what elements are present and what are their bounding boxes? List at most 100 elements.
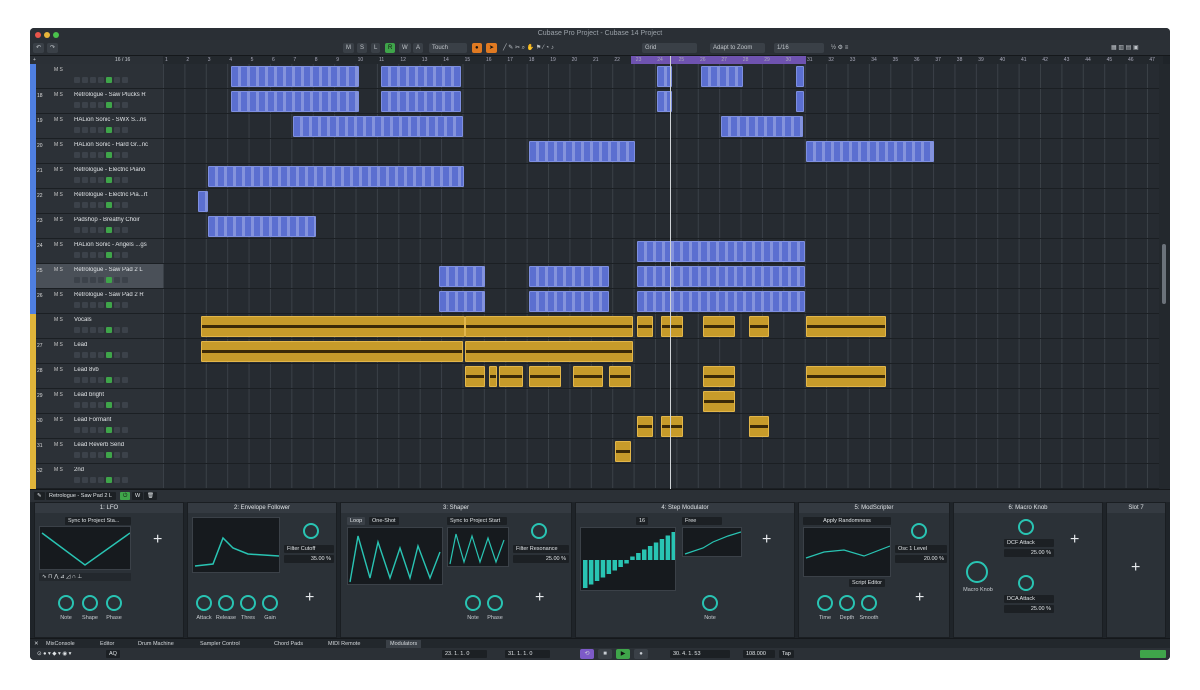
track-controls[interactable]	[74, 251, 149, 258]
smooth-knob[interactable]	[861, 595, 877, 611]
mute-solo-buttons[interactable]: M S	[54, 442, 63, 448]
add-target-button[interactable]: +	[535, 589, 544, 607]
note-knob[interactable]	[465, 595, 481, 611]
audio-event[interactable]	[661, 416, 683, 437]
release-knob[interactable]	[218, 595, 234, 611]
listen-button[interactable]: L	[371, 43, 381, 53]
track-name[interactable]: Retrologue - Saw Pad 2 L	[74, 267, 159, 273]
mute-solo-buttons[interactable]: M S	[54, 467, 63, 473]
close-icon[interactable]	[35, 32, 41, 38]
step-bar[interactable]	[665, 535, 671, 561]
track-controls[interactable]	[74, 276, 149, 283]
step-bar[interactable]	[588, 560, 594, 585]
constrain-icon[interactable]: ●	[472, 43, 482, 53]
note-knob[interactable]	[702, 595, 718, 611]
mute-solo-buttons[interactable]: M S	[54, 192, 63, 198]
track-row[interactable]: 31 M S Lead Reverb Send	[30, 439, 163, 464]
audio-event[interactable]	[609, 366, 631, 387]
quantize-select[interactable]: 1/16	[774, 43, 824, 53]
tab-midi-remote[interactable]: MIDI Remote	[328, 640, 360, 648]
track-name[interactable]: Padshop - Breathy Choir	[74, 217, 159, 223]
audio-event[interactable]	[465, 366, 485, 387]
mute-solo-buttons[interactable]: M S	[54, 292, 63, 298]
track-row[interactable]: 30 M S Lead Formant	[30, 414, 163, 439]
midi-part[interactable]	[381, 66, 461, 87]
write-button[interactable]: W	[399, 43, 411, 53]
zoom-mode-select[interactable]: Adapt to Zoom	[710, 43, 765, 53]
audio-event[interactable]	[703, 366, 735, 387]
track-row[interactable]: 19 M S HALion Sonic - SWX S...ns	[30, 114, 163, 139]
mute-solo-buttons[interactable]: M S	[54, 92, 63, 98]
target2-value[interactable]: 25.00 %	[1004, 605, 1054, 613]
shaper-sync-select[interactable]: Sync to Project Start	[447, 517, 507, 525]
target-value[interactable]: 25.00 %	[513, 555, 569, 563]
step-bar[interactable]	[671, 532, 677, 560]
target-value[interactable]: 35.00 %	[284, 555, 334, 563]
step-bar[interactable]	[618, 560, 623, 567]
audio-event[interactable]	[703, 316, 735, 337]
midi-part[interactable]	[806, 141, 934, 162]
track-controls[interactable]	[74, 476, 149, 483]
script-name[interactable]: Apply Randomness	[803, 517, 891, 525]
tap-button[interactable]: Tap	[779, 650, 794, 658]
note-knob[interactable]	[58, 595, 74, 611]
mute-solo-buttons[interactable]: M S	[54, 417, 63, 423]
midi-part[interactable]	[529, 266, 609, 287]
track-controls[interactable]	[74, 76, 149, 83]
write-icon[interactable]: W	[132, 492, 144, 500]
track-controls[interactable]	[74, 151, 149, 158]
track-controls[interactable]	[74, 201, 149, 208]
shape-knob[interactable]	[82, 595, 98, 611]
step-bar[interactable]	[636, 553, 641, 560]
track-lane[interactable]	[163, 189, 1159, 214]
undo-icon[interactable]: ↶	[33, 43, 45, 53]
target-select[interactable]: Filter Cutoff	[284, 545, 334, 553]
track-controls[interactable]	[74, 326, 149, 333]
step-bar[interactable]	[612, 560, 618, 571]
tab-modulators[interactable]: Modulators	[386, 640, 422, 648]
midi-part[interactable]	[198, 191, 208, 212]
track-controls[interactable]	[74, 101, 149, 108]
quantize-tools[interactable]: ½ ⚙ ≡	[828, 43, 858, 53]
step-bar[interactable]	[630, 556, 635, 561]
mute-solo-buttons[interactable]: M S	[54, 392, 63, 398]
mute-solo-buttons[interactable]: M S	[54, 367, 63, 373]
audio-event[interactable]	[465, 316, 633, 337]
target1-knob[interactable]	[1018, 519, 1034, 535]
step-bar[interactable]	[659, 539, 665, 560]
track-row[interactable]: 22 M S Retrologue - Electric Pia...rt	[30, 189, 163, 214]
midi-part[interactable]	[439, 266, 485, 287]
track-row[interactable]: 23 M S Padshop - Breathy Choir	[30, 214, 163, 239]
tab-sampler-control[interactable]: Sampler Control	[200, 640, 240, 648]
ruler[interactable]: 1 2 3 4 5 6 7 8 9 10 11 12 13 14 15 16 17 18 19 20 21 22 23 24 2…	[163, 56, 1163, 64]
track-name[interactable]: Vocals	[74, 317, 159, 323]
track-name[interactable]: HALion Sonic - Angels ...gs	[74, 242, 159, 248]
step-bar[interactable]	[583, 560, 588, 588]
audio-event[interactable]	[489, 366, 497, 387]
track-name[interactable]: 2nd	[74, 467, 159, 473]
audio-event[interactable]	[573, 366, 603, 387]
midi-part[interactable]	[529, 291, 609, 312]
step-bar[interactable]	[624, 560, 629, 564]
track-row[interactable]: 28 M S Lead 8vb	[30, 364, 163, 389]
track-controls[interactable]	[74, 401, 149, 408]
track-controls[interactable]	[74, 376, 149, 383]
cycle-button[interactable]: ⟲	[580, 649, 594, 659]
shaper-curve-display[interactable]	[347, 527, 443, 585]
step-bar[interactable]	[606, 560, 612, 574]
track-lane[interactable]	[163, 364, 1159, 389]
audio-event[interactable]	[465, 341, 633, 362]
track-name[interactable]: Lead bright	[74, 392, 159, 398]
midi-part[interactable]	[381, 91, 461, 112]
midi-part[interactable]	[637, 241, 805, 262]
midi-part[interactable]	[637, 266, 805, 287]
phase-knob[interactable]	[106, 595, 122, 611]
track-row[interactable]: 24 M S HALion Sonic - Angels ...gs	[30, 239, 163, 264]
track-controls[interactable]	[74, 226, 149, 233]
loop-tab[interactable]: Loop	[347, 517, 366, 525]
midi-part[interactable]	[637, 291, 805, 312]
snap-type-select[interactable]: Grid	[642, 43, 697, 53]
depth-knob[interactable]	[839, 595, 855, 611]
track-name[interactable]: Lead 8vb	[74, 367, 159, 373]
right-locator[interactable]: 31. 1. 1. 0	[505, 650, 550, 658]
